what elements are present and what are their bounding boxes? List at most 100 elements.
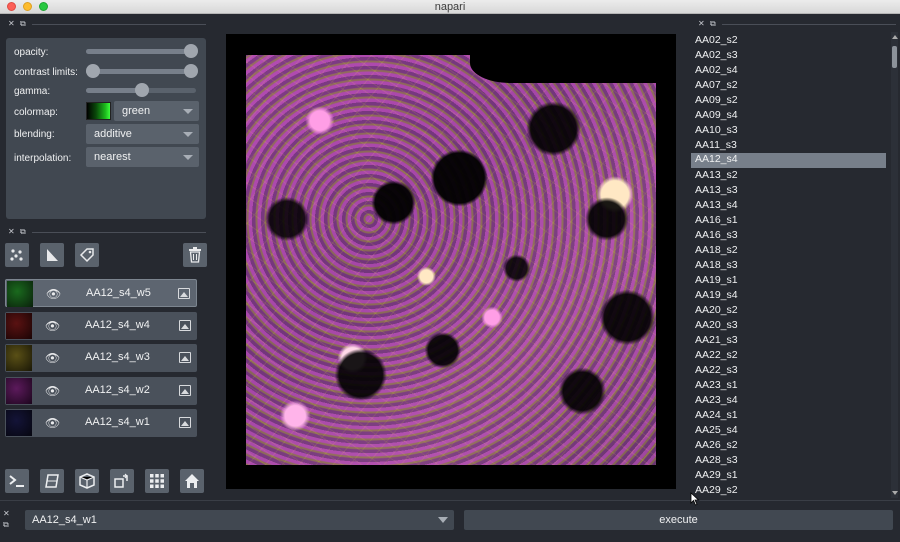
list-item[interactable]: AA13_s2 xyxy=(695,169,738,184)
contrast-max-handle[interactable] xyxy=(184,64,198,78)
trash-icon xyxy=(189,247,201,263)
layer-thumbnail xyxy=(6,313,32,339)
list-item[interactable]: AA26_s2 xyxy=(695,439,738,454)
gamma-label: gamma: xyxy=(14,86,51,97)
list-item[interactable]: AA23_s1 xyxy=(695,379,738,394)
image-layer-icon xyxy=(179,352,191,363)
new-points-layer-button[interactable] xyxy=(5,243,29,267)
list-item[interactable]: AA18_s2 xyxy=(695,244,738,259)
opacity-slider-handle[interactable] xyxy=(184,44,198,58)
layer-thumbnail xyxy=(7,281,33,307)
new-labels-layer-button[interactable] xyxy=(75,243,99,267)
list-item[interactable]: AA21_s3 xyxy=(695,334,738,349)
list-item[interactable]: AA29_s2 xyxy=(695,484,738,499)
contrast-limits-slider[interactable] xyxy=(86,64,198,78)
ndisplay-button[interactable] xyxy=(40,469,64,493)
transpose-icon xyxy=(114,473,128,488)
list-item[interactable]: AA24_s1 xyxy=(695,409,738,424)
roll-dimensions-button[interactable] xyxy=(75,469,99,493)
eye-icon[interactable]: 👁 xyxy=(46,287,61,301)
list-item[interactable]: AA19_s4 xyxy=(695,289,738,304)
terminal-icon xyxy=(9,475,24,487)
grid-view-button[interactable] xyxy=(145,469,169,493)
eye-icon[interactable]: 👁 xyxy=(45,384,60,398)
interpolation-dropdown[interactable]: nearest xyxy=(86,147,199,167)
layer-row[interactable]: 👁 AA12_s4_w1 xyxy=(5,409,197,437)
list-item[interactable]: AA28_s3 xyxy=(695,454,738,469)
layer-list-dock-header: ✕ ⧉ xyxy=(6,226,206,238)
dock-float-icon[interactable]: ⧉ xyxy=(20,19,26,29)
gamma-slider-handle[interactable] xyxy=(135,83,149,97)
tag-icon xyxy=(79,248,94,263)
file-list-scrollbar[interactable] xyxy=(891,32,898,498)
dock-close-icon[interactable]: ✕ xyxy=(8,227,15,236)
list-item[interactable]: AA16_s1 xyxy=(695,214,738,229)
blending-label: blending: xyxy=(14,129,55,140)
blending-dropdown[interactable]: additive xyxy=(86,124,199,144)
list-item[interactable]: AA19_s1 xyxy=(695,274,738,289)
transpose-dimensions-button[interactable] xyxy=(110,469,134,493)
layer-thumbnail xyxy=(6,378,32,404)
list-item[interactable]: AA02_s4 xyxy=(695,64,738,79)
eye-icon[interactable]: 👁 xyxy=(45,416,60,430)
dock-float-icon[interactable]: ⧉ xyxy=(710,19,716,29)
list-item[interactable]: AA09_s4 xyxy=(695,109,738,124)
dock-float-icon[interactable]: ⧉ xyxy=(20,227,26,237)
dock-close-icon[interactable]: ✕ xyxy=(8,19,15,28)
image-layer-icon xyxy=(178,288,190,299)
delete-layer-button[interactable] xyxy=(183,243,207,267)
dock-close-icon[interactable]: ✕ xyxy=(698,19,705,28)
home-icon xyxy=(185,474,199,488)
dock-close-icon[interactable]: ✕ xyxy=(3,509,10,518)
dock-float-icon[interactable]: ⧉ xyxy=(3,520,9,530)
list-item[interactable]: AA13_s4 xyxy=(695,199,738,214)
layer-select-dropdown[interactable]: AA12_s4_w1 xyxy=(25,510,454,530)
eye-icon[interactable]: 👁 xyxy=(45,319,60,333)
list-item[interactable]: AA25_s4 xyxy=(695,424,738,439)
list-item[interactable]: AA10_s3 xyxy=(695,124,738,139)
opacity-label: opacity: xyxy=(14,47,49,58)
list-item[interactable]: AA09_s2 xyxy=(695,94,738,109)
list-item[interactable]: AA22_s3 xyxy=(695,364,738,379)
list-item[interactable]: AA20_s2 xyxy=(695,304,738,319)
colormap-label: colormap: xyxy=(14,107,58,118)
layer-name: AA12_s4_w5 xyxy=(86,287,151,299)
list-item-selected[interactable]: AA12_s4 xyxy=(691,153,886,168)
colormap-swatch xyxy=(86,102,111,120)
new-shapes-layer-button[interactable] xyxy=(40,243,64,267)
layer-select-value: AA12_s4_w1 xyxy=(32,514,97,526)
scrollbar-thumb[interactable] xyxy=(892,46,897,68)
list-item[interactable]: AA22_s2 xyxy=(695,349,738,364)
file-list[interactable]: AA02_s2 AA02_s3 AA02_s4 AA07_s2 AA09_s2 … xyxy=(691,32,900,498)
microscopy-image[interactable] xyxy=(246,55,656,465)
scroll-up-icon[interactable] xyxy=(892,35,898,39)
gamma-slider[interactable] xyxy=(86,83,196,97)
execute-button[interactable]: execute xyxy=(464,510,893,530)
colormap-dropdown[interactable]: green xyxy=(114,101,199,121)
layer-row[interactable]: 👁 AA12_s4_w5 xyxy=(5,279,197,307)
layer-name: AA12_s4_w1 xyxy=(85,416,150,428)
scroll-down-icon[interactable] xyxy=(892,491,898,495)
list-item[interactable]: AA16_s3 xyxy=(695,229,738,244)
list-item[interactable]: AA02_s3 xyxy=(695,49,738,64)
opacity-slider[interactable] xyxy=(86,44,198,58)
home-button[interactable] xyxy=(180,469,204,493)
window-titlebar: napari xyxy=(0,0,900,14)
list-item[interactable]: AA07_s2 xyxy=(695,79,738,94)
bottom-dock-header: ✕ ⧉ xyxy=(3,509,13,533)
list-item[interactable]: AA13_s3 xyxy=(695,184,738,199)
layer-row[interactable]: 👁 AA12_s4_w2 xyxy=(5,377,197,405)
list-item[interactable]: AA20_s3 xyxy=(695,319,738,334)
eye-icon[interactable]: 👁 xyxy=(45,351,60,365)
layer-row[interactable]: 👁 AA12_s4_w4 xyxy=(5,312,197,340)
list-item[interactable]: AA23_s4 xyxy=(695,394,738,409)
interpolation-label: interpolation: xyxy=(14,153,72,164)
image-background-region xyxy=(470,55,656,83)
layer-row[interactable]: 👁 AA12_s4_w3 xyxy=(5,344,197,372)
console-button[interactable] xyxy=(5,469,29,493)
list-item[interactable]: AA29_s1 xyxy=(695,469,738,484)
list-item[interactable]: AA11_s3 xyxy=(695,139,737,154)
contrast-min-handle[interactable] xyxy=(86,64,100,78)
list-item[interactable]: AA18_s3 xyxy=(695,259,738,274)
list-item[interactable]: AA02_s2 xyxy=(695,34,738,49)
